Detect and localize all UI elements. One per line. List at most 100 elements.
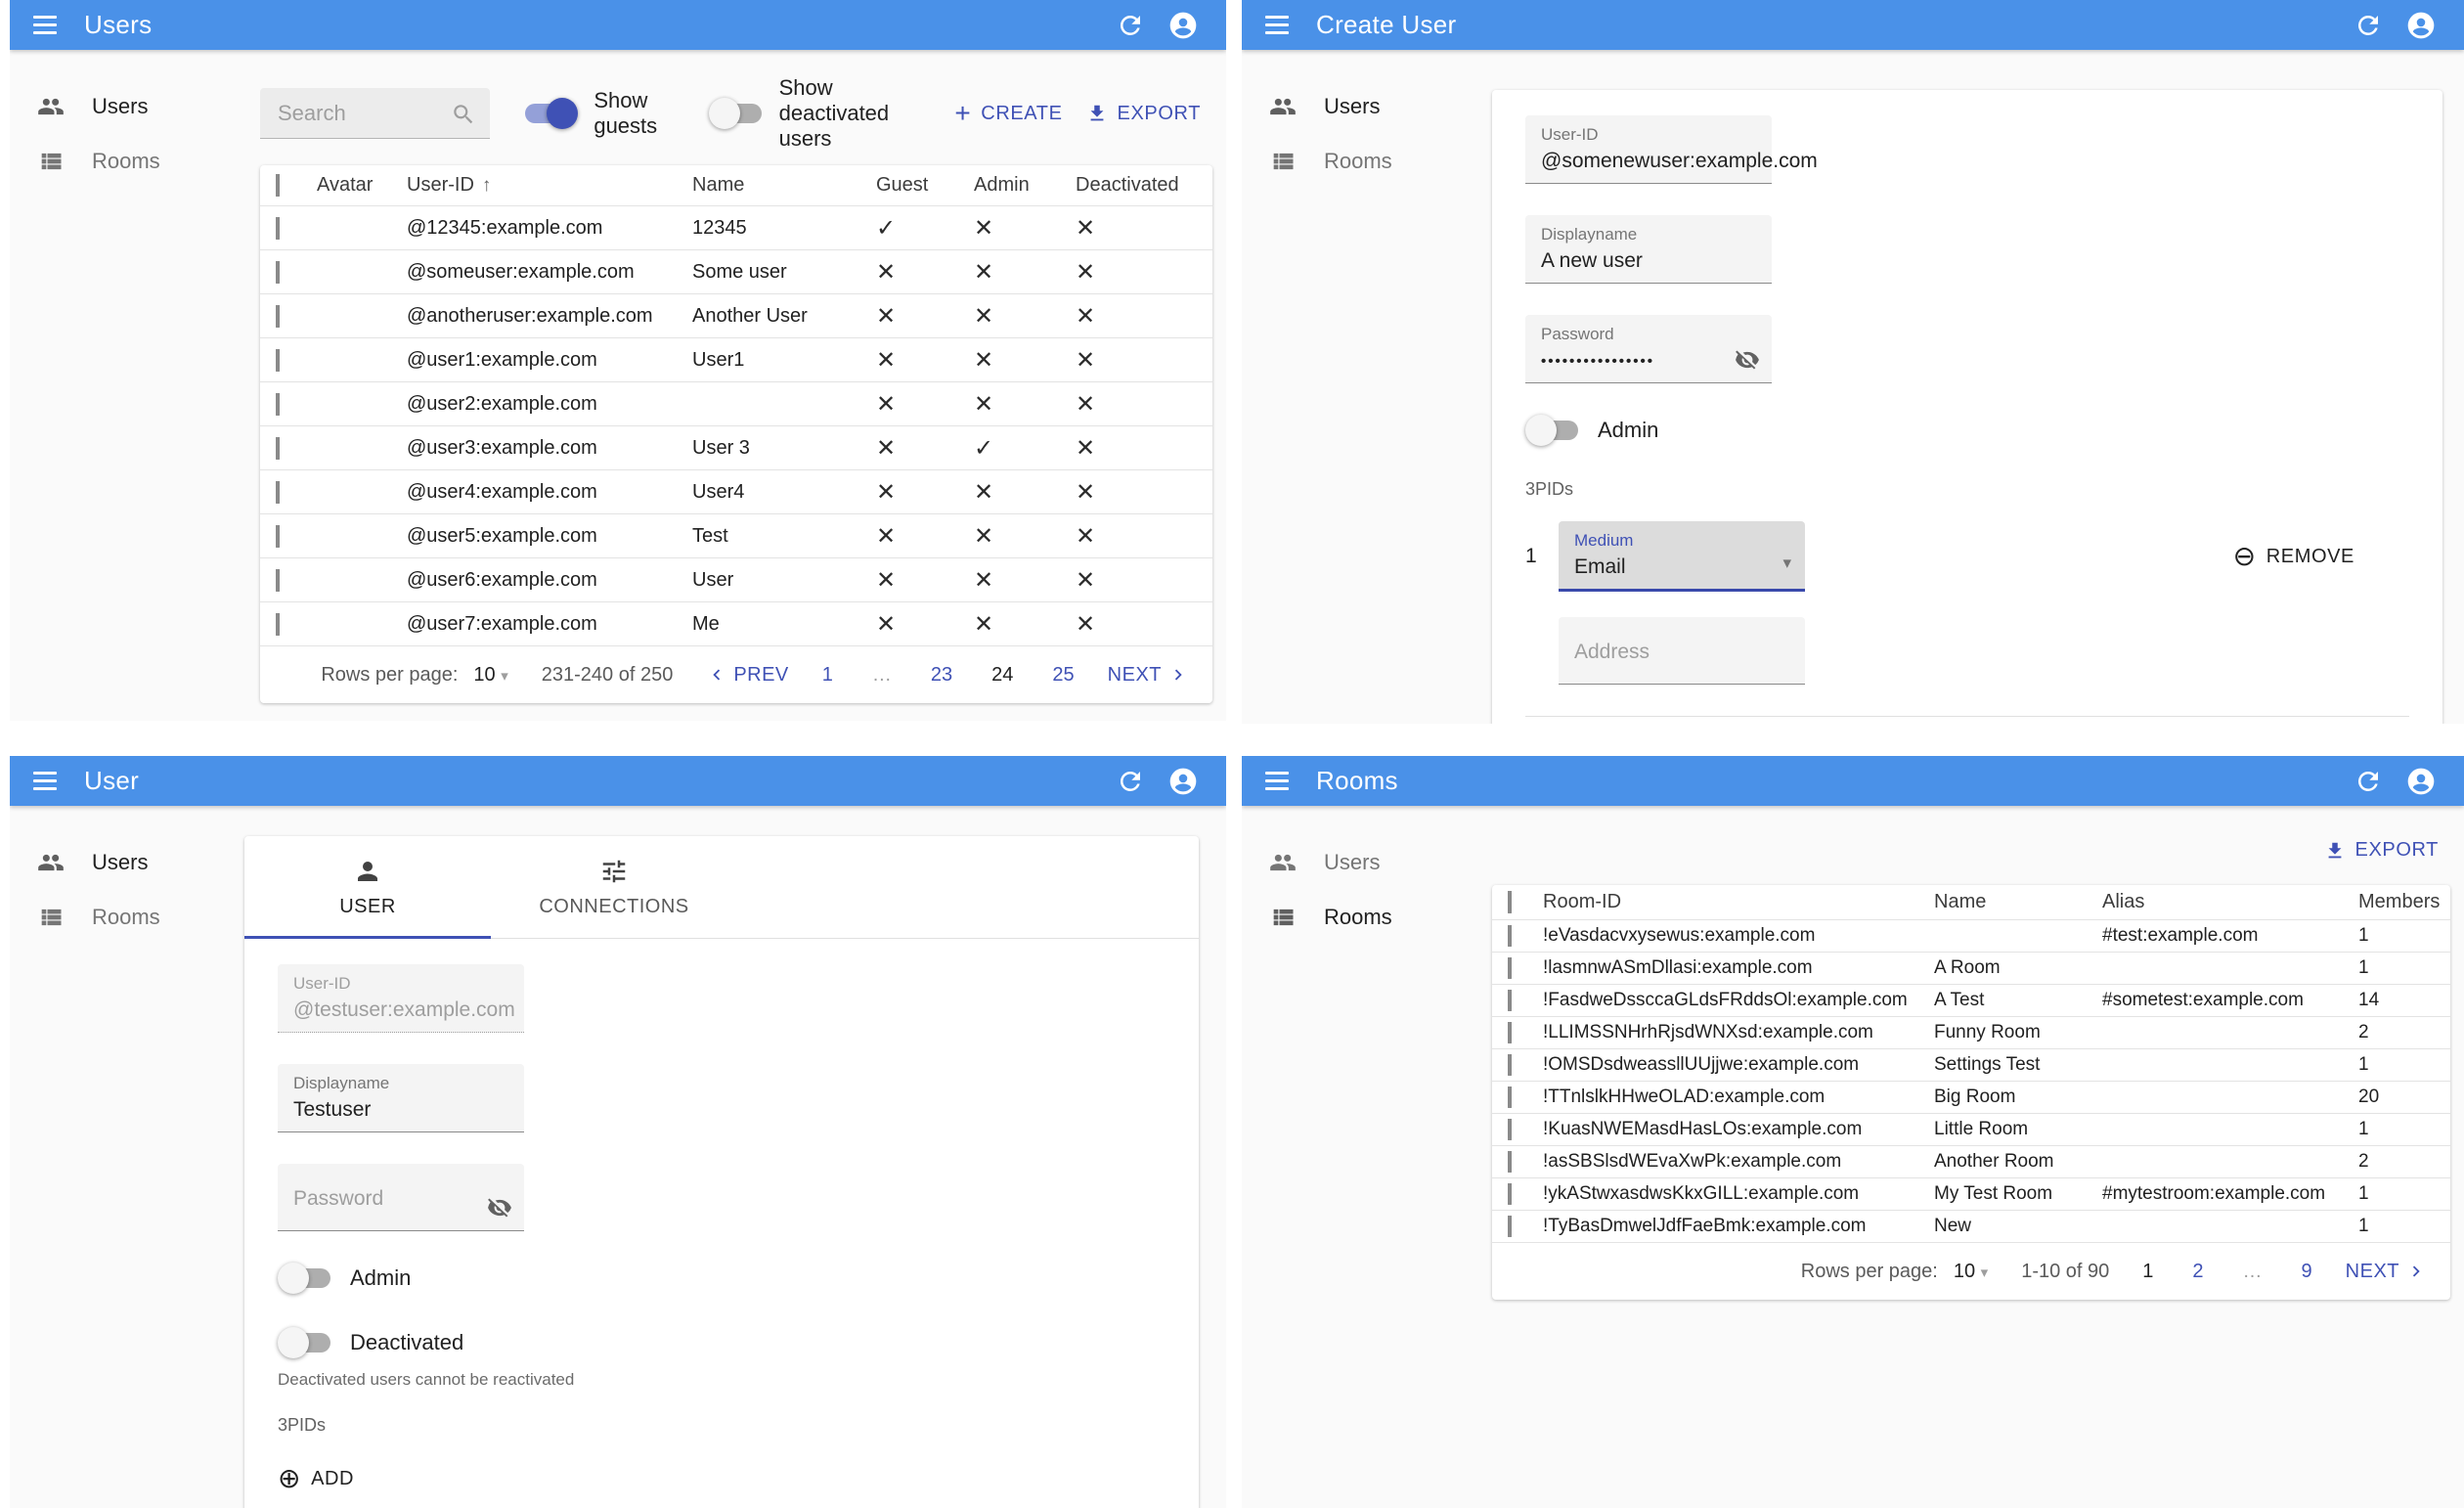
sidebar-item-rooms[interactable]: Rooms [1242, 134, 1492, 189]
col-header-admin[interactable]: Admin [974, 174, 1076, 197]
sidebar-item-users[interactable]: Users [10, 79, 260, 134]
table-row[interactable]: @user7:example.com Me ✕ ✕ ✕ [260, 602, 1212, 646]
row-checkbox[interactable] [1508, 990, 1512, 1011]
password-field[interactable]: Password •••••••••••••••• [1525, 315, 1772, 383]
visibility-off-icon[interactable] [487, 1195, 512, 1220]
table-row[interactable]: !asSBSlsdWEvaXwPk:example.com Another Ro… [1492, 1146, 2450, 1178]
table-row[interactable]: @user3:example.com User 3 ✕ ✓ ✕ [260, 426, 1212, 470]
table-row[interactable]: !OMSDsdweassllUUjjwe:example.com Setting… [1492, 1049, 2450, 1082]
row-checkbox[interactable] [1508, 925, 1512, 947]
export-button[interactable]: EXPORT [1075, 95, 1212, 133]
table-row[interactable]: !TTnlslkHHweOLAD:example.com Big Room 20 [1492, 1082, 2450, 1114]
col-header-name[interactable]: Name [692, 174, 876, 197]
page-number[interactable]: … [872, 664, 892, 687]
user-id-field[interactable]: User-ID @somenewuser:example.com [1525, 115, 1818, 184]
sidebar-item-users[interactable]: Users [1242, 79, 1492, 134]
table-row[interactable]: @anotheruser:example.com Another User ✕ … [260, 294, 1212, 338]
row-checkbox[interactable] [1508, 1054, 1512, 1076]
show-deactivated-toggle[interactable]: Show deactivated users [708, 75, 944, 152]
col-header-guest[interactable]: Guest [876, 174, 974, 197]
table-row[interactable]: @user4:example.com User4 ✕ ✕ ✕ [260, 470, 1212, 514]
col-header-members[interactable]: Members [2358, 891, 2450, 913]
row-checkbox[interactable] [276, 436, 280, 460]
rows-per-page-select[interactable]: 10 ▾ [1954, 1261, 1988, 1283]
table-row[interactable]: @someuser:example.com Some user ✕ ✕ ✕ [260, 250, 1212, 294]
table-row[interactable]: @user2:example.com ✕ ✕ ✕ [260, 382, 1212, 426]
row-checkbox[interactable] [276, 216, 280, 240]
table-row[interactable]: !eVasdacvxysewus:example.com #test:examp… [1492, 920, 2450, 953]
medium-select[interactable]: Medium Email ▾ [1559, 521, 1805, 592]
refresh-icon[interactable] [1111, 762, 1150, 801]
displayname-field[interactable]: Displayname A new user [1525, 215, 1772, 284]
account-icon[interactable] [2401, 762, 2441, 801]
toggle-switch[interactable] [278, 1263, 332, 1294]
refresh-icon[interactable] [2349, 6, 2388, 45]
page-number[interactable]: 1 [2142, 1261, 2153, 1283]
row-checkbox[interactable] [276, 392, 280, 416]
table-row[interactable]: @user6:example.com User ✕ ✕ ✕ [260, 558, 1212, 602]
col-header-deactivated[interactable]: Deactivated [1076, 174, 1212, 197]
select-all-checkbox[interactable] [1508, 891, 1512, 913]
table-row[interactable]: !TyBasDmwelJdfFaeBmk:example.com New 1 [1492, 1211, 2450, 1243]
row-checkbox[interactable] [1508, 957, 1512, 979]
row-checkbox[interactable] [276, 612, 280, 636]
row-checkbox[interactable] [276, 524, 280, 548]
admin-toggle[interactable]: Admin [1525, 415, 2409, 446]
sidebar-item-rooms[interactable]: Rooms [10, 134, 260, 189]
table-row[interactable]: !ykAStwxasdwsKkxGILL:example.com My Test… [1492, 1178, 2450, 1211]
displayname-field[interactable]: Displayname Testuser [278, 1064, 524, 1132]
page-number[interactable]: 23 [931, 664, 952, 687]
row-checkbox[interactable] [276, 304, 280, 328]
menu-icon[interactable] [33, 772, 57, 790]
refresh-icon[interactable] [2349, 762, 2388, 801]
menu-icon[interactable] [1265, 16, 1289, 34]
account-icon[interactable] [1164, 6, 1203, 45]
select-all-checkbox[interactable] [276, 174, 280, 197]
table-row[interactable]: !lasmnwASmDllasi:example.com A Room 1 [1492, 953, 2450, 985]
toggle-switch[interactable] [523, 98, 579, 129]
row-checkbox[interactable] [276, 348, 280, 372]
col-header-name[interactable]: Name [1934, 891, 2102, 913]
row-checkbox[interactable] [1508, 1119, 1512, 1140]
sidebar-item-rooms[interactable]: Rooms [10, 890, 260, 945]
address-field[interactable]: Address [1559, 617, 1805, 685]
prev-page-button[interactable]: PREV [706, 664, 788, 687]
next-page-button[interactable]: NEXT [2346, 1261, 2427, 1283]
rows-per-page-select[interactable]: 10 ▾ [473, 664, 507, 687]
menu-icon[interactable] [33, 16, 57, 34]
toggle-switch[interactable] [278, 1327, 332, 1358]
table-row[interactable]: !LLIMSSNHrhRjsdWNXsd:example.com Funny R… [1492, 1017, 2450, 1049]
table-row[interactable]: !FasdweDssccaGLdsFRddsOl:example.com A T… [1492, 985, 2450, 1017]
row-checkbox[interactable] [1508, 1151, 1512, 1173]
page-number[interactable]: 2 [2192, 1261, 2203, 1283]
refresh-icon[interactable] [1111, 6, 1150, 45]
show-guests-toggle[interactable]: Show guests [523, 88, 675, 139]
table-row[interactable]: @user1:example.com User1 ✕ ✕ ✕ [260, 338, 1212, 382]
deactivated-toggle[interactable]: Deactivated [278, 1327, 1166, 1358]
next-page-button[interactable]: NEXT [1108, 664, 1189, 687]
account-icon[interactable] [2401, 6, 2441, 45]
remove-3pid-button[interactable]: ⊖ REMOVE [2222, 535, 2366, 578]
col-header-room-id[interactable]: Room-ID [1543, 891, 1934, 913]
tab-connections[interactable]: CONNECTIONS [491, 836, 737, 938]
sidebar-item-users[interactable]: Users [1242, 835, 1492, 890]
create-button[interactable]: + CREATE [943, 95, 1074, 133]
row-checkbox[interactable] [276, 260, 280, 284]
account-icon[interactable] [1164, 762, 1203, 801]
page-number[interactable]: 24 [991, 664, 1013, 687]
row-checkbox[interactable] [276, 480, 280, 504]
row-checkbox[interactable] [1508, 1216, 1512, 1237]
row-checkbox[interactable] [1508, 1087, 1512, 1108]
add-3pid-button[interactable]: ⊕ ADD [278, 1457, 1166, 1500]
col-header-user-id[interactable]: User-ID ↑ [407, 174, 692, 197]
toggle-switch[interactable] [1525, 415, 1580, 446]
sidebar-item-rooms[interactable]: Rooms [1242, 890, 1492, 945]
page-number[interactable]: 25 [1052, 664, 1074, 687]
page-number[interactable]: … [2243, 1261, 2263, 1283]
admin-toggle[interactable]: Admin [278, 1263, 1166, 1294]
row-checkbox[interactable] [276, 568, 280, 592]
menu-icon[interactable] [1265, 772, 1289, 790]
export-button[interactable]: EXPORT [2312, 831, 2450, 869]
page-number[interactable]: 9 [2302, 1261, 2312, 1283]
row-checkbox[interactable] [1508, 1022, 1512, 1043]
